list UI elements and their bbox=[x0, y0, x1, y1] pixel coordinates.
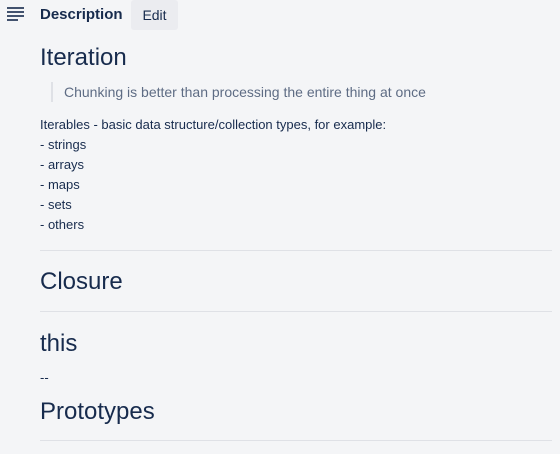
list-item: - sets bbox=[40, 197, 72, 212]
horizontal-rule bbox=[40, 250, 552, 251]
blockquote: Chunking is better than processing the e… bbox=[51, 82, 426, 102]
description-header: Description Edit bbox=[0, 0, 560, 30]
description-icon bbox=[7, 7, 24, 21]
list-item: - arrays bbox=[40, 157, 85, 172]
list-item: - others bbox=[40, 217, 85, 232]
list-item: - strings bbox=[40, 137, 87, 152]
horizontal-rule bbox=[40, 311, 552, 312]
iterables-paragraph: Iterables - basic data structure/collect… bbox=[40, 115, 386, 235]
description-title: Description bbox=[40, 6, 123, 23]
list-item: - maps bbox=[40, 177, 80, 192]
heading-this: this bbox=[40, 330, 78, 357]
heading-closure: Closure bbox=[40, 268, 123, 295]
edit-button[interactable]: Edit bbox=[131, 0, 178, 30]
this-body-text: -- bbox=[40, 370, 49, 385]
heading-iteration: Iteration bbox=[40, 44, 127, 71]
iterables-intro: Iterables - basic data structure/collect… bbox=[40, 117, 387, 132]
horizontal-rule bbox=[40, 440, 552, 441]
heading-prototypes: Prototypes bbox=[40, 398, 155, 425]
